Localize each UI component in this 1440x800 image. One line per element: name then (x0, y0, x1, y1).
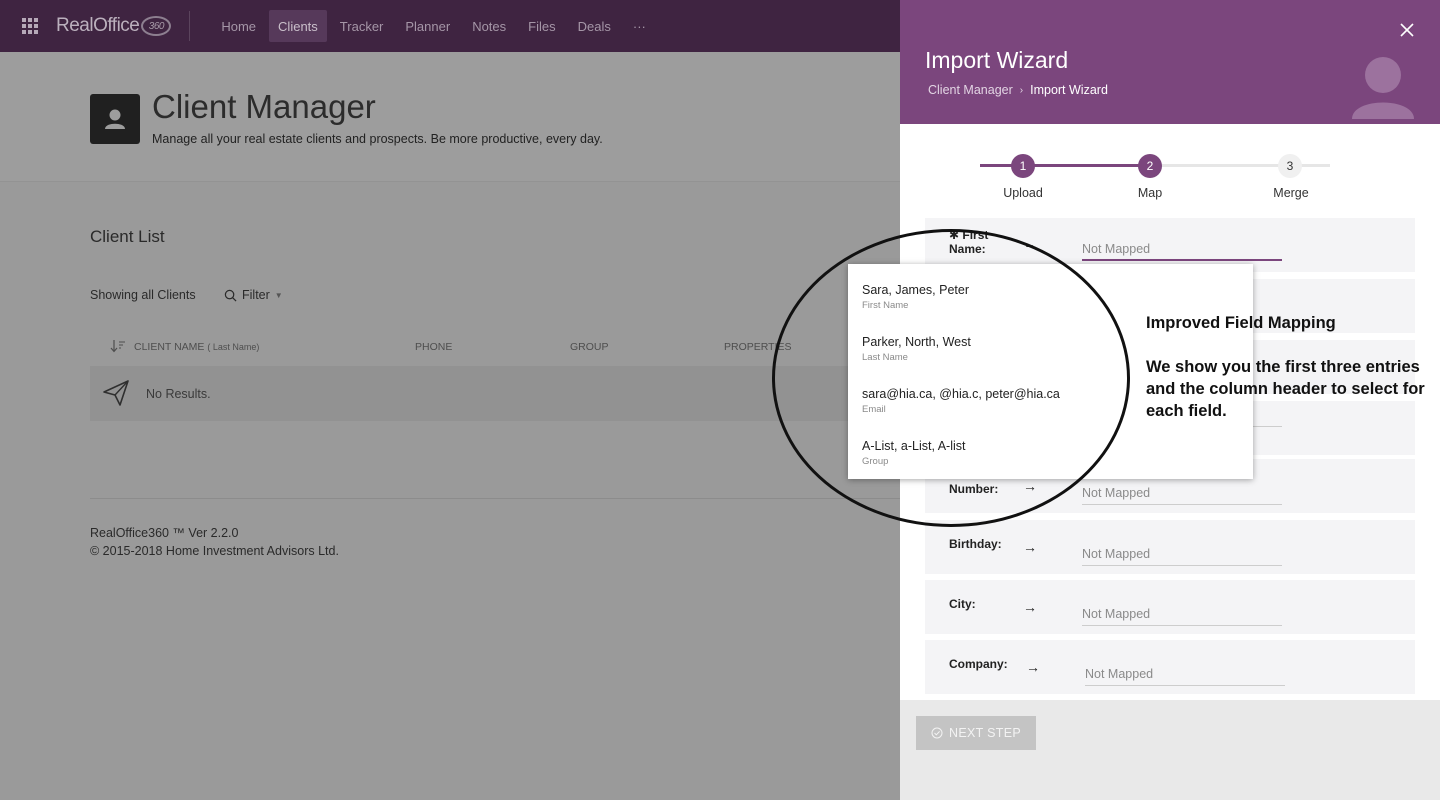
paper-plane-icon (102, 379, 130, 412)
showing-label: Showing all Clients (90, 288, 196, 302)
step-1-dot[interactable]: 1 (1011, 154, 1035, 178)
breadcrumb: Client Manager › Import Wizard (928, 83, 1108, 97)
wizard-header: Import Wizard Client Manager › Import Wi… (900, 0, 1440, 124)
dropdown-option-email[interactable]: sara@hia.ca, @hia.c, peter@hia.ca Email (862, 387, 1060, 415)
dropdown-option-first-name[interactable]: Sara, James, Peter First Name (862, 283, 969, 311)
apps-grid-icon[interactable] (22, 18, 38, 34)
page-subtitle: Manage all your real estate clients and … (152, 132, 603, 146)
company-mapping-select[interactable]: Not Mapped (1085, 664, 1285, 686)
option-header: Last Name (862, 352, 908, 363)
arrow-right-icon: → (1023, 539, 1037, 555)
column-client-name-hint: ( Last Name) (207, 342, 260, 352)
stepper-track (1150, 164, 1330, 167)
step-3-label: Merge (1273, 186, 1309, 200)
nav-planner[interactable]: Planner (396, 10, 459, 42)
annotation-body: We show you the first three entries and … (1146, 358, 1425, 420)
nav-divider (189, 11, 191, 41)
nav-more[interactable]: ··· (624, 10, 655, 42)
no-results-text: No Results. (146, 387, 211, 401)
nav-clients[interactable]: Clients (269, 10, 327, 42)
client-manager-icon (90, 94, 140, 144)
arrow-right-icon: → (1023, 478, 1037, 494)
wizard-title: Import Wizard (925, 47, 1069, 73)
option-header: Email (862, 404, 886, 415)
annotation-title: Improved Field Mapping (1146, 314, 1336, 332)
close-icon (1400, 23, 1414, 37)
step-2-dot[interactable]: 2 (1138, 154, 1162, 178)
breadcrumb-import-wizard: Import Wizard (1030, 83, 1108, 97)
field-label-first-name-bottom: Name: (949, 242, 986, 256)
option-preview: Sara, James, Peter (862, 283, 969, 297)
user-avatar-icon (1350, 55, 1416, 124)
chevron-right-icon: › (1019, 84, 1024, 96)
next-step-label: NEXT STEP (949, 726, 1021, 740)
field-row-city: City: → Not Mapped (925, 580, 1415, 634)
filter-label: Filter (242, 288, 270, 302)
logo-badge: 360 (141, 16, 172, 36)
number-mapping-select[interactable]: Not Mapped (1082, 483, 1282, 505)
filter-button[interactable]: Filter ▼ (224, 288, 283, 302)
next-step-button[interactable]: NEXT STEP (916, 716, 1036, 750)
column-properties[interactable]: PROPERTIES (724, 341, 792, 353)
nav-home[interactable]: Home (212, 10, 265, 42)
option-preview: A-List, a-List, A-list (862, 439, 966, 453)
step-2-label: Map (1137, 186, 1163, 200)
option-header: First Name (862, 300, 909, 311)
dropdown-option-last-name[interactable]: Parker, North, West Last Name (862, 335, 971, 363)
field-label-first-name-top: ✱ First (949, 228, 989, 242)
column-client-name-label: CLIENT NAME (134, 341, 205, 353)
step-1-label: Upload (1003, 186, 1043, 200)
field-label-company: Company: (949, 657, 1008, 671)
close-button[interactable] (1397, 20, 1417, 40)
app-logo[interactable]: RealOffice 360 (56, 15, 172, 37)
column-client-name[interactable]: CLIENT NAME ( Last Name) (134, 341, 259, 353)
step-3-dot[interactable]: 3 (1278, 154, 1302, 178)
field-row-company: Company: → Not Mapped (925, 640, 1415, 694)
first-name-mapping-select[interactable]: Not Mapped (1082, 239, 1282, 261)
field-label-birthday: Birthday: (949, 537, 1002, 551)
version-text: RealOffice360 ™ Ver 2.2.0 (90, 526, 239, 540)
table-header: CLIENT NAME ( Last Name) PHONE GROUP PRO… (90, 330, 900, 364)
option-preview: sara@hia.ca, @hia.c, peter@hia.ca (862, 387, 1060, 401)
option-header: Group (862, 456, 889, 467)
footer-divider (90, 498, 900, 499)
field-label-first-name: ✱ First Name: (949, 228, 1009, 256)
logo-text: RealOffice (56, 15, 140, 36)
stepper-progress (980, 164, 1150, 167)
nav-notes[interactable]: Notes (463, 10, 515, 42)
column-group[interactable]: GROUP (570, 341, 609, 353)
wizard-footer: NEXT STEP (900, 700, 1440, 800)
page-header: Client Manager Manage all your real esta… (0, 52, 900, 182)
client-list-title: Client List (90, 227, 165, 246)
field-label-number: Number: (949, 482, 999, 496)
copyright-text: © 2015-2018 Home Investment Advisors Ltd… (90, 544, 339, 558)
birthday-mapping-select[interactable]: Not Mapped (1082, 544, 1282, 566)
annotation-note: Improved Field Mapping We show you the f… (1146, 312, 1436, 422)
nav-files[interactable]: Files (519, 10, 564, 42)
page-title: Client Manager (152, 88, 376, 125)
empty-row: No Results. (90, 366, 900, 421)
wizard-stepper: 1 2 3 Upload Map Merge (980, 153, 1330, 203)
nav-tracker[interactable]: Tracker (331, 10, 393, 42)
check-circle-icon (931, 727, 943, 739)
city-mapping-select[interactable]: Not Mapped (1082, 604, 1282, 626)
arrow-right-icon: → (1023, 236, 1037, 252)
chevron-down-icon: ▼ (274, 290, 283, 300)
field-label-city: City: (949, 597, 976, 611)
dropdown-option-group[interactable]: A-List, a-List, A-list Group (862, 439, 966, 467)
sort-icon[interactable] (110, 339, 126, 356)
option-preview: Parker, North, West (862, 335, 971, 349)
field-row-birthday: Birthday: → Not Mapped (925, 520, 1415, 574)
arrow-right-icon: → (1026, 659, 1040, 675)
search-icon (224, 289, 237, 301)
nav-deals[interactable]: Deals (569, 10, 620, 42)
breadcrumb-client-manager[interactable]: Client Manager (928, 83, 1013, 97)
column-phone[interactable]: PHONE (415, 341, 452, 353)
arrow-right-icon: → (1023, 599, 1037, 615)
